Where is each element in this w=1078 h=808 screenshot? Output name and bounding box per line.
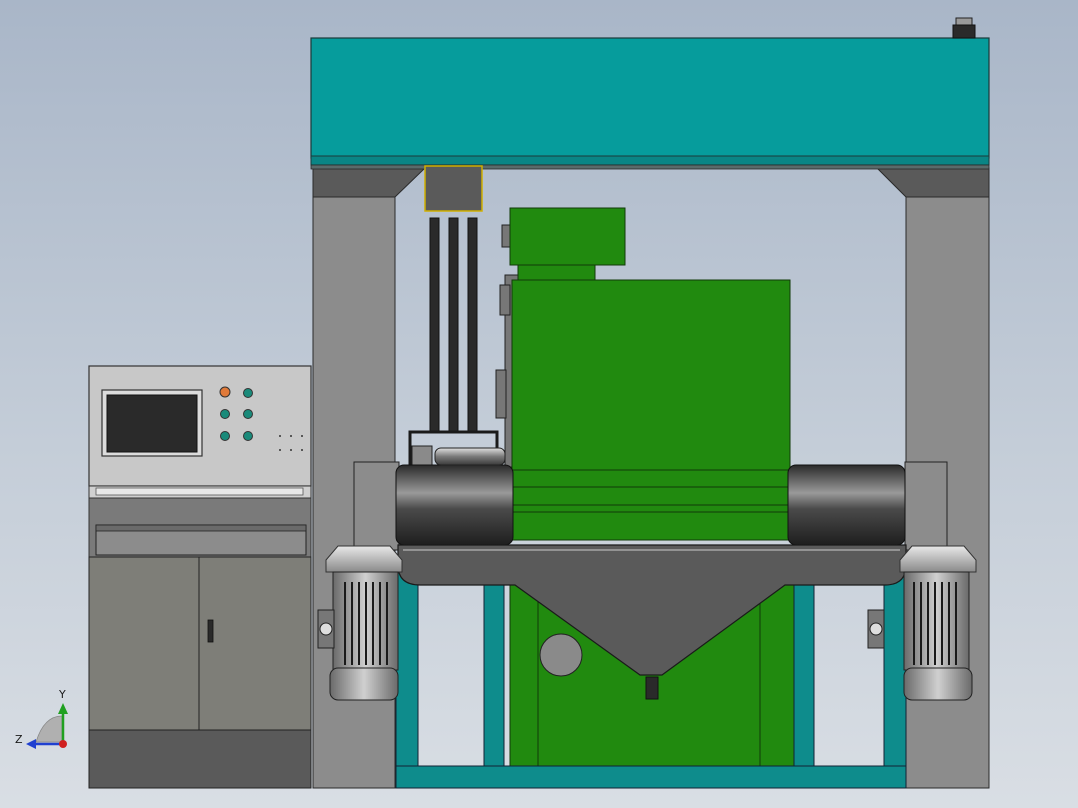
- orange-button: [219, 386, 231, 398]
- axis-triad: [26, 703, 68, 749]
- top-beam: [310, 37, 990, 170]
- x-axis-dot: [59, 740, 67, 748]
- upper-roller: [434, 447, 506, 466]
- teal-button: [220, 409, 230, 419]
- z-axis-label: Z: [15, 733, 23, 746]
- teal-button: [243, 409, 253, 419]
- cad-assembly-view: [26, 17, 990, 789]
- teal-button: [243, 388, 253, 398]
- y-axis-label: Y: [59, 688, 66, 701]
- right-drum: [787, 461, 948, 551]
- left-drum: [353, 461, 514, 551]
- left-motor: [317, 545, 403, 701]
- green-machine: [495, 207, 791, 541]
- teal-button: [243, 431, 253, 441]
- beam-cap-fitting: [952, 17, 976, 39]
- hanger-assembly: [408, 165, 499, 470]
- hmi-screen: [101, 389, 203, 457]
- teal-button: [220, 431, 230, 441]
